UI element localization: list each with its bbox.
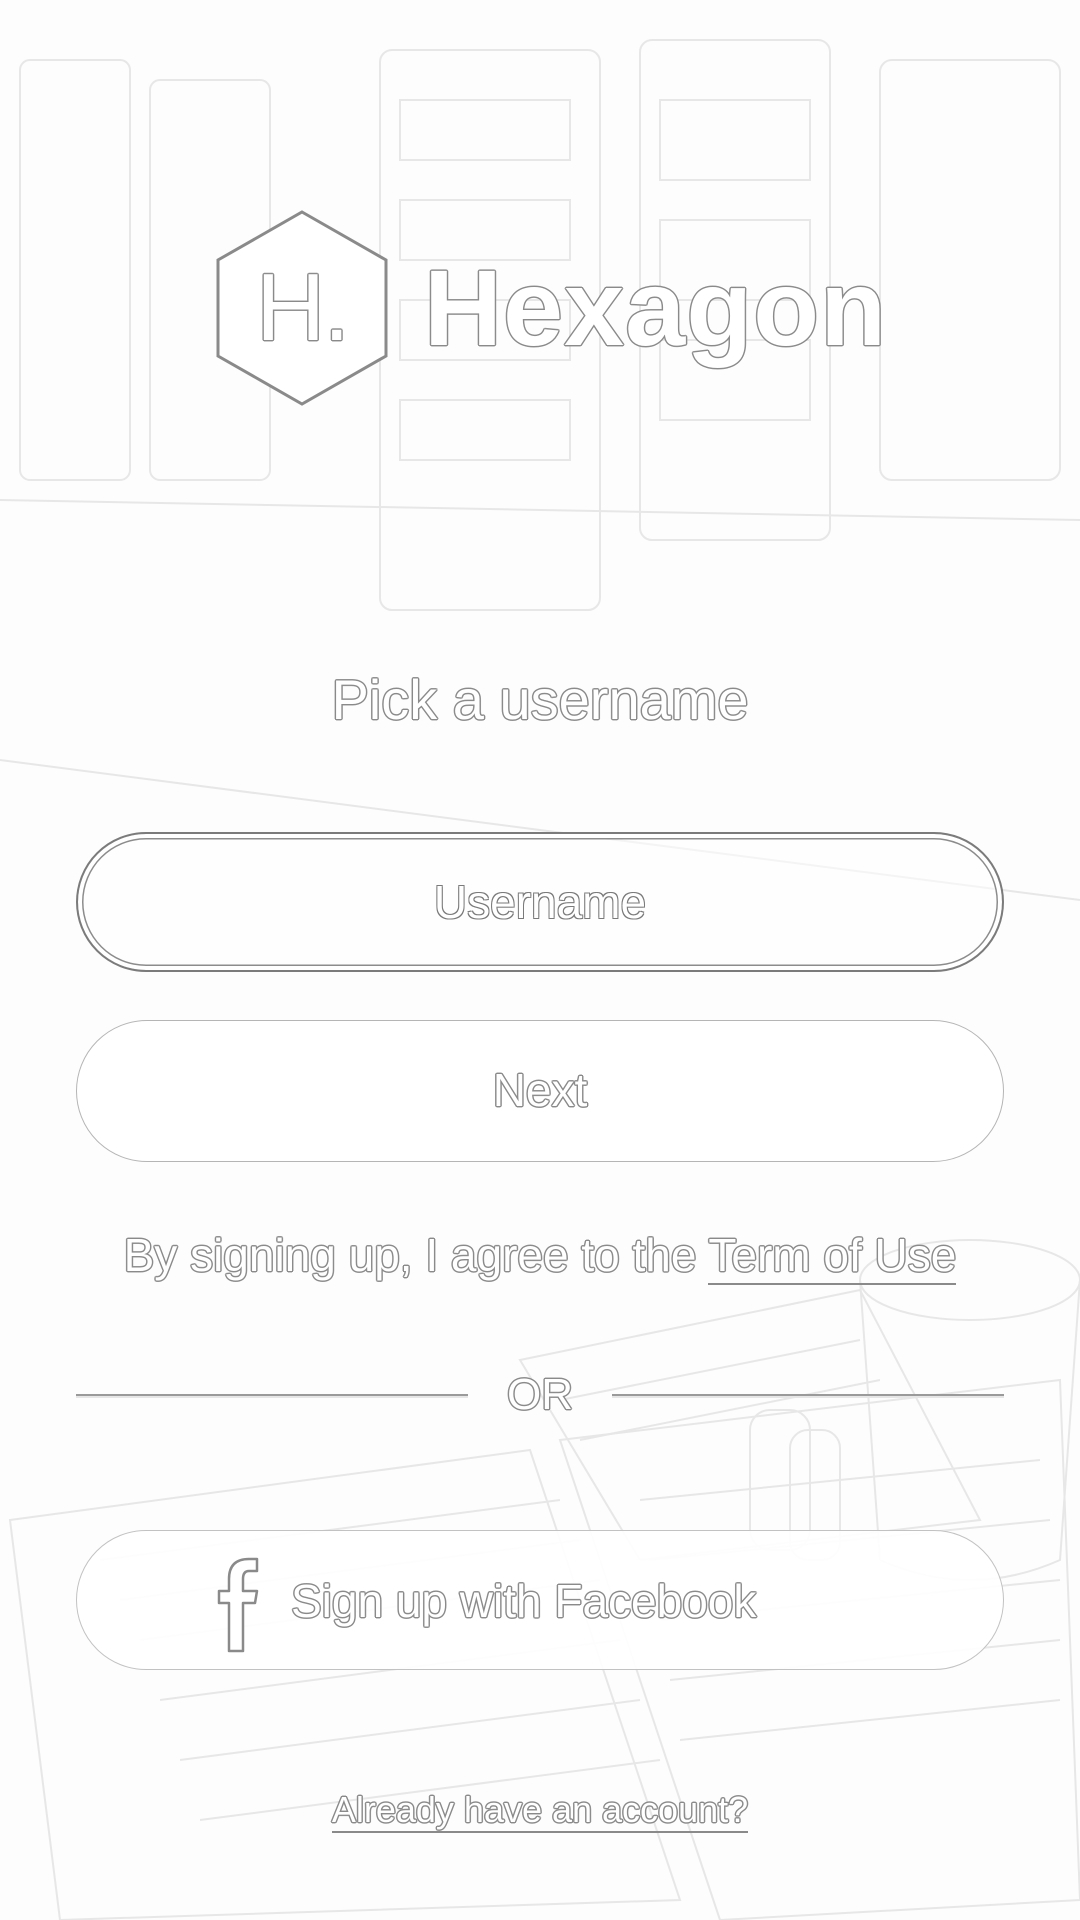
signup-screen: H. Hexagon Pick a username Next By signi… <box>0 0 1080 1920</box>
logo-letter: H. <box>256 254 350 361</box>
login-link-row: Already have an account? <box>0 1780 1080 1840</box>
terms-prefix: By signing up, I agree to the <box>123 1229 709 1281</box>
or-divider: OR <box>76 1365 1004 1425</box>
terms-of-use-link[interactable]: Term of Use <box>708 1229 957 1285</box>
app-name: Hexagon <box>424 247 888 368</box>
next-button[interactable]: Next <box>76 1020 1004 1162</box>
facebook-icon <box>217 1557 259 1653</box>
page-title: Pick a username <box>331 668 749 731</box>
username-input[interactable] <box>78 834 1002 970</box>
already-have-account-link[interactable]: Already have an account? <box>331 1789 749 1833</box>
username-field <box>76 832 1004 972</box>
facebook-signup-label: Sign up with Facebook <box>291 1575 757 1627</box>
facebook-signup-button[interactable]: Sign up with Facebook <box>76 1530 1004 1670</box>
app-logo: H. Hexagon <box>212 208 886 408</box>
terms-text: By signing up, I agree to the Term of Us… <box>0 1220 1080 1290</box>
divider-line-right <box>612 1394 1004 1396</box>
